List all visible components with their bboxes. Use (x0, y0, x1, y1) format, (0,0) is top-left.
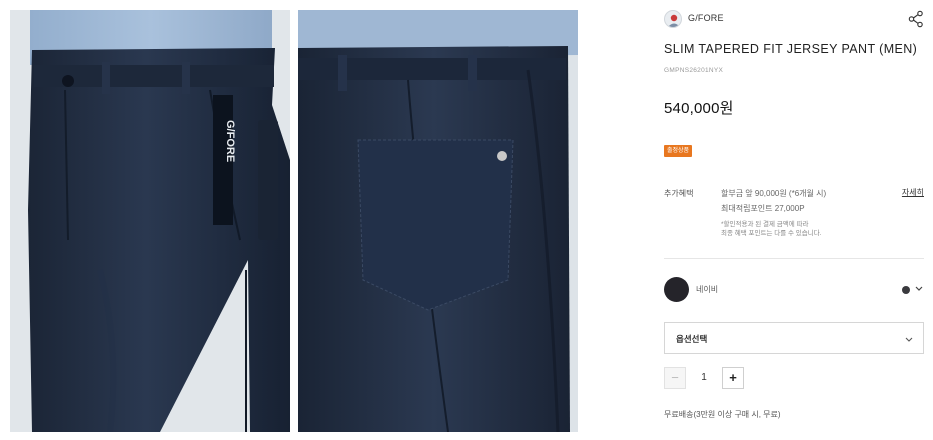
color-swatch-navy[interactable] (664, 277, 689, 302)
status-badge: 출정상품 (664, 145, 693, 157)
chevron-down-icon[interactable] (914, 282, 924, 296)
quantity-value[interactable]: 1 (694, 372, 714, 383)
pants-front-photo: G/FORE (10, 10, 290, 432)
pants-back-photo (298, 10, 578, 432)
brand-name[interactable]: G/FORE (688, 13, 724, 23)
product-price: 540,000원 (664, 100, 734, 117)
divider (664, 258, 924, 259)
additional-benefit-label: 추가혜택 (664, 189, 694, 198)
color-name: 네이비 (696, 285, 719, 294)
plus-icon: + (729, 370, 737, 385)
brand-row: G/FORE (664, 10, 924, 28)
quantity-increase-button[interactable]: + (722, 367, 744, 389)
option-select-label: 옵션선택 (676, 334, 708, 344)
share-icon[interactable] (908, 10, 924, 28)
minus-icon: − (671, 370, 679, 385)
installment-info: 할부금 앞 90,000원 (*6개월 시) (721, 189, 827, 198)
brand-avatar-icon[interactable] (664, 10, 682, 28)
product-code: GMPNS26201NYX (664, 67, 724, 74)
option-select-dropdown[interactable]: 옵션선택 (664, 322, 924, 354)
shipping-info: 무료배송(3만원 이상 구매 시, 무료) (664, 410, 781, 419)
benefit-detail-link[interactable]: 자세히 (902, 187, 924, 198)
selected-color-dot[interactable] (902, 286, 910, 294)
points-info: 최대적립포인트 27,000P (721, 204, 805, 213)
quantity-decrease-button[interactable]: − (664, 367, 686, 389)
logo-text: G/FORE (224, 120, 236, 162)
product-image-front[interactable]: G/FORE (10, 10, 290, 432)
points-note-line2: 최종 혜택 포인트는 다를 수 있습니다. (721, 230, 822, 237)
product-title: SLIM TAPERED FIT JERSEY PANT (MEN) (664, 42, 918, 56)
product-image-back[interactable] (298, 10, 578, 432)
chevron-down-icon (904, 333, 914, 345)
